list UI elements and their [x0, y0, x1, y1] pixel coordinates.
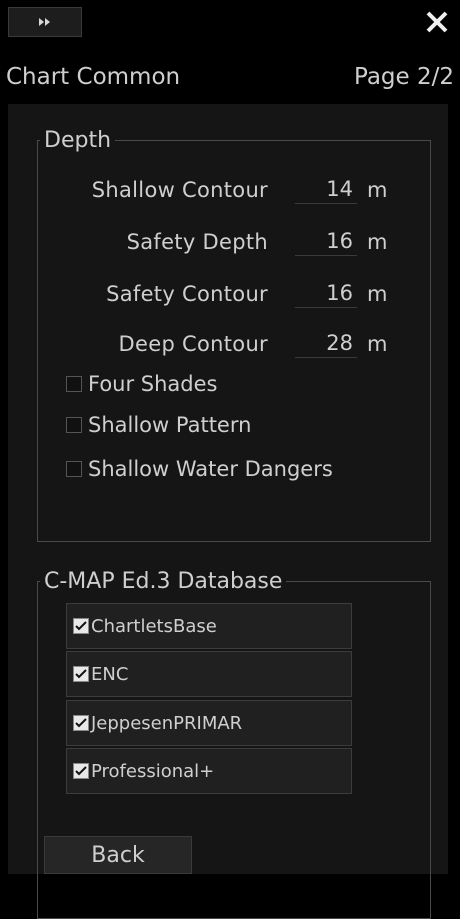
cmap-database-legend: C-MAP Ed.3 Database — [44, 569, 283, 594]
deep-contour-row: Deep Contour 28 m — [8, 326, 448, 360]
checkbox-unchecked-icon — [66, 417, 82, 433]
safety-depth-label: Safety Depth — [126, 230, 268, 254]
shallow-contour-input[interactable]: 14 — [295, 174, 357, 204]
checkmark-icon — [73, 763, 89, 779]
shallow-water-dangers-label: Shallow Water Dangers — [88, 457, 333, 481]
safety-depth-unit: m — [367, 230, 388, 254]
double-chevron-right-icon — [39, 18, 50, 26]
deep-contour-unit: m — [367, 332, 388, 356]
checkmark-icon — [73, 715, 89, 731]
settings-panel: Depth Shallow Contour 14 m Safety Depth … — [8, 104, 448, 919]
safety-contour-row: Safety Contour 16 m — [8, 276, 448, 310]
close-icon — [426, 11, 448, 33]
title-bar — [0, 0, 460, 46]
close-button[interactable] — [418, 4, 456, 40]
db-item-label: ChartletsBase — [91, 615, 217, 637]
shallow-contour-label: Shallow Contour — [91, 178, 268, 202]
deep-contour-label: Deep Contour — [118, 332, 268, 356]
collapse-button[interactable] — [8, 7, 82, 37]
depth-legend: Depth — [44, 128, 112, 153]
shallow-pattern-checkbox[interactable]: Shallow Pattern — [66, 409, 251, 441]
header: Chart Common Page 2/2 — [0, 50, 460, 100]
checkmark-icon — [73, 618, 89, 634]
checkmark-icon — [73, 666, 89, 682]
db-item-enc[interactable]: ENC — [66, 651, 352, 697]
safety-contour-label: Safety Contour — [106, 282, 268, 306]
four-shades-label: Four Shades — [88, 372, 218, 396]
safety-contour-input[interactable]: 16 — [295, 278, 357, 308]
db-item-chartletsbase[interactable]: ChartletsBase — [66, 603, 352, 649]
deep-contour-input[interactable]: 28 — [295, 328, 357, 358]
checkbox-unchecked-icon — [66, 376, 82, 392]
back-button[interactable]: Back — [44, 836, 192, 874]
shallow-contour-unit: m — [367, 178, 388, 202]
checkbox-unchecked-icon — [66, 461, 82, 477]
four-shades-checkbox[interactable]: Four Shades — [66, 368, 218, 400]
db-item-label: Professional+ — [91, 760, 215, 782]
db-item-label: JeppesenPRIMAR — [91, 712, 243, 734]
db-item-jeppesenprimar[interactable]: JeppesenPRIMAR — [66, 700, 352, 746]
db-item-professional-plus[interactable]: Professional+ — [66, 748, 352, 794]
chart-common-window: Chart Common Page 2/2 Depth Shallow Cont… — [0, 0, 460, 919]
window-title: Chart Common — [6, 64, 181, 90]
page-indicator: Page 2/2 — [353, 64, 454, 90]
safety-contour-unit: m — [367, 282, 388, 306]
db-item-label: ENC — [91, 663, 129, 685]
shallow-pattern-label: Shallow Pattern — [88, 413, 252, 437]
safety-depth-input[interactable]: 16 — [295, 226, 357, 256]
shallow-water-dangers-checkbox[interactable]: Shallow Water Dangers — [66, 453, 333, 485]
shallow-contour-row: Shallow Contour 14 m — [8, 172, 448, 206]
safety-depth-row: Safety Depth 16 m — [8, 224, 448, 258]
